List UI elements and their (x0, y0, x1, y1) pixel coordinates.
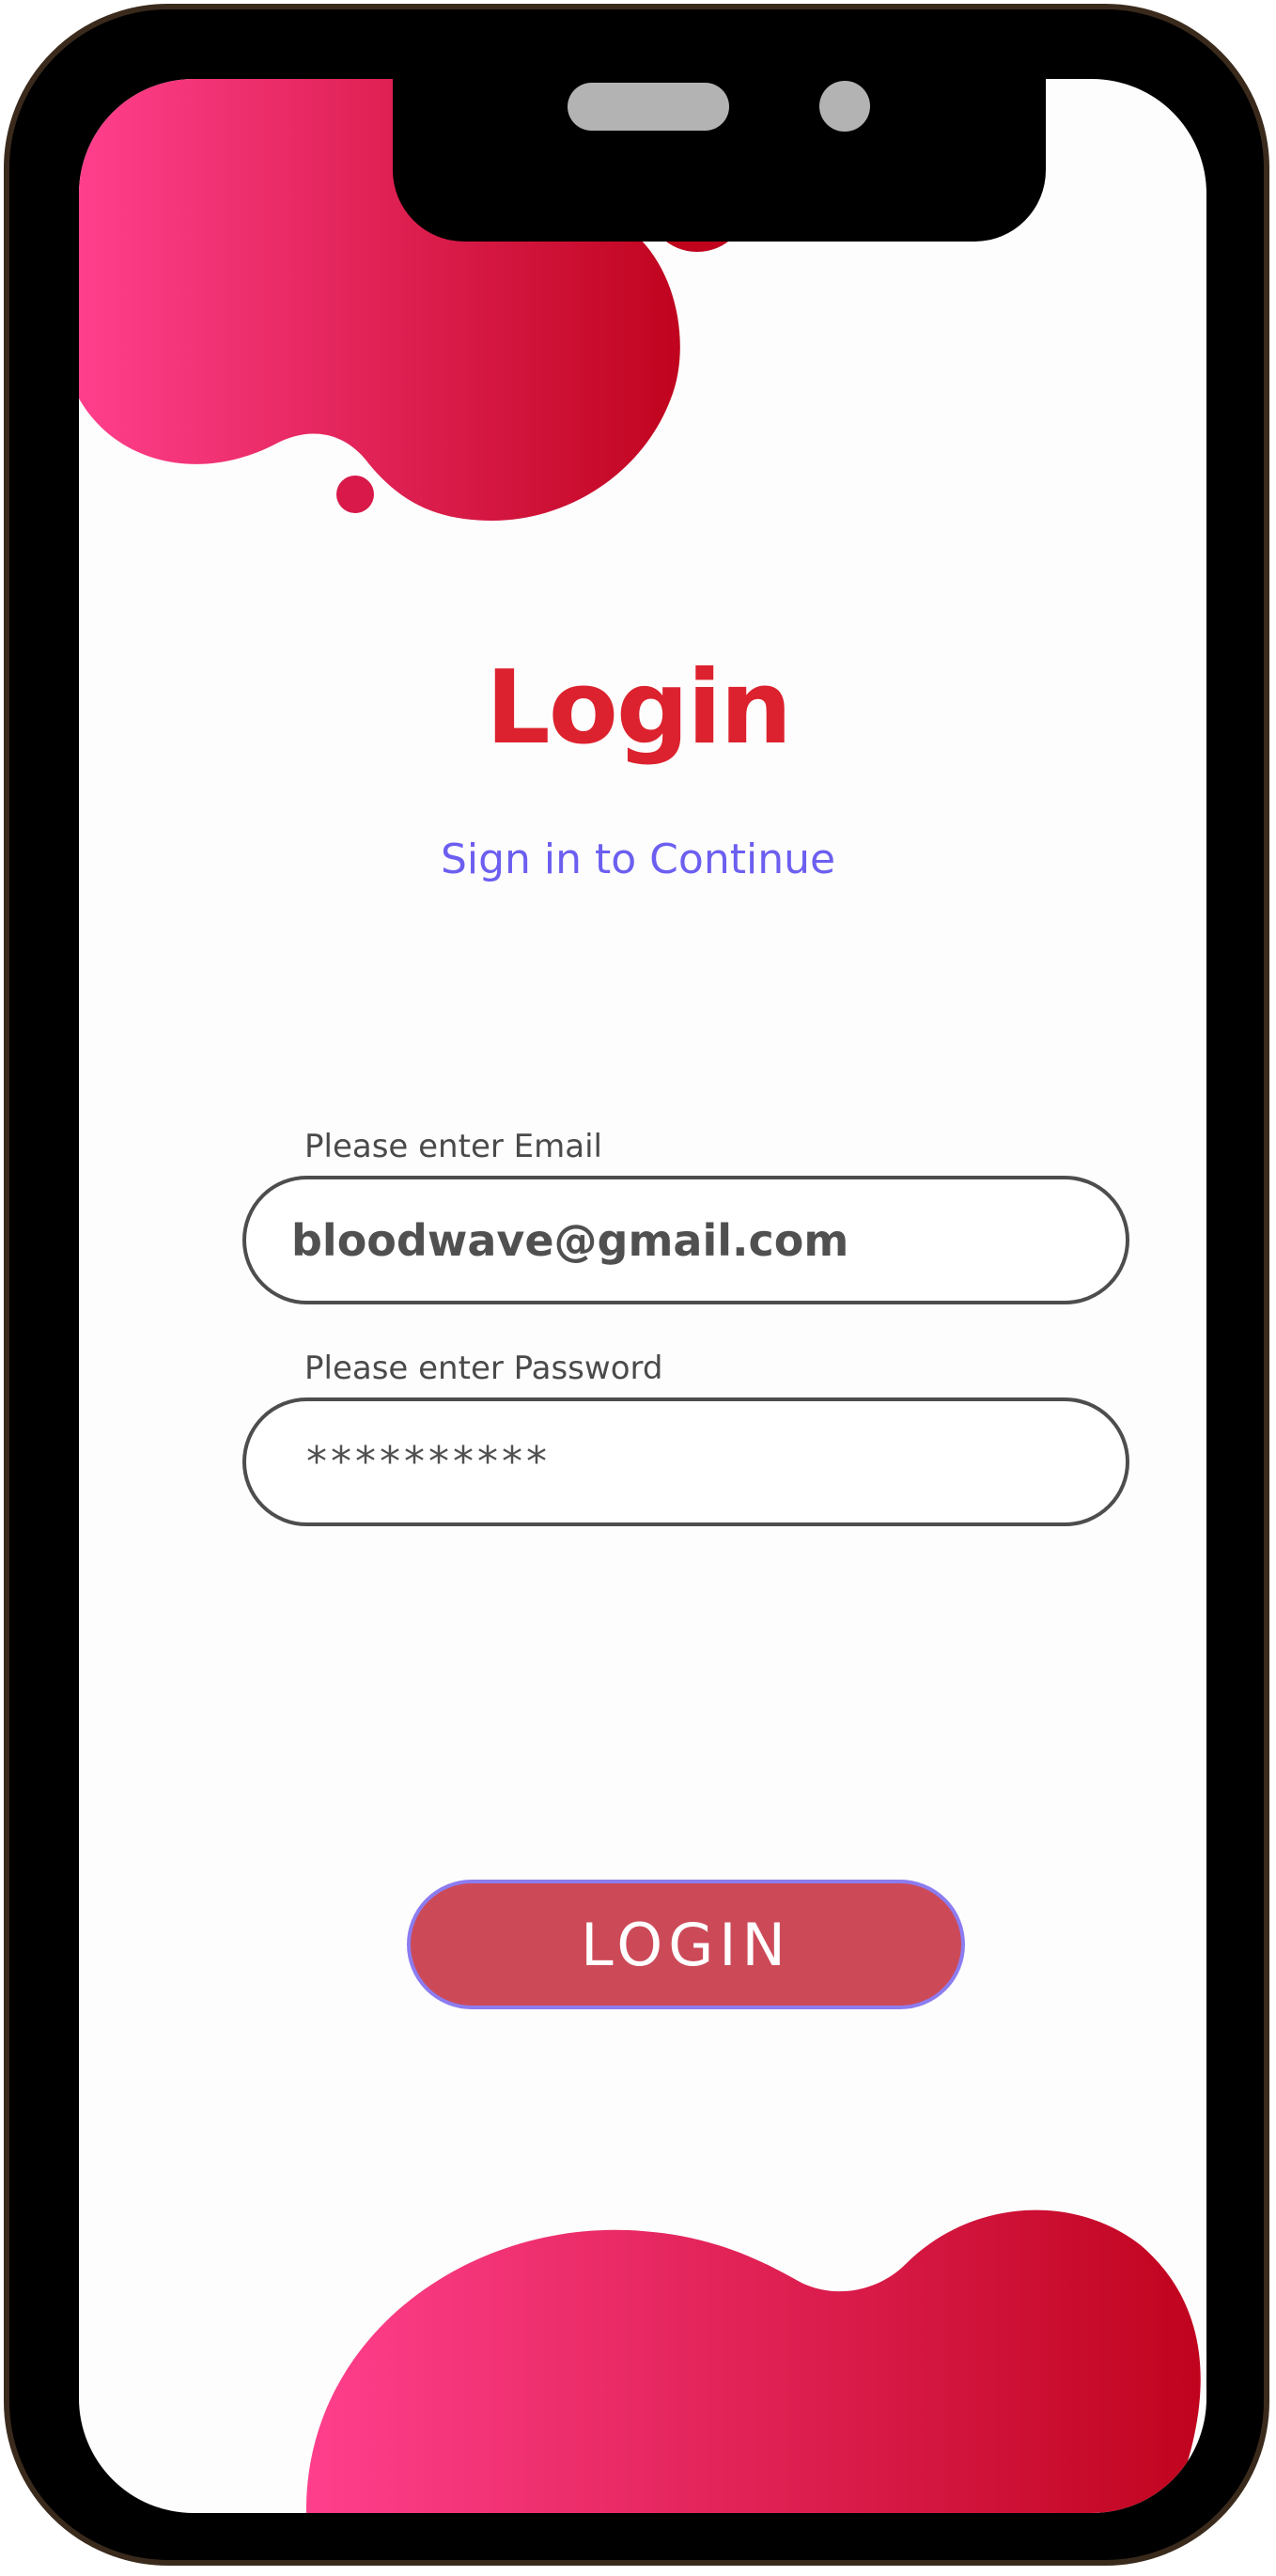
small-dot (336, 476, 374, 513)
page-title: Login (485, 649, 792, 767)
email-input[interactable] (242, 1176, 1129, 1304)
speaker-grille (568, 83, 729, 131)
page-subtitle: Sign in to Continue (440, 835, 836, 883)
password-input[interactable] (242, 1397, 1129, 1526)
email-label: Please enter Email (304, 1128, 602, 1165)
login-button[interactable]: LOGIN (407, 1880, 965, 2009)
bottom-blob (305, 2209, 1201, 2513)
password-label: Please enter Password (304, 1350, 663, 1387)
front-camera (819, 81, 870, 132)
